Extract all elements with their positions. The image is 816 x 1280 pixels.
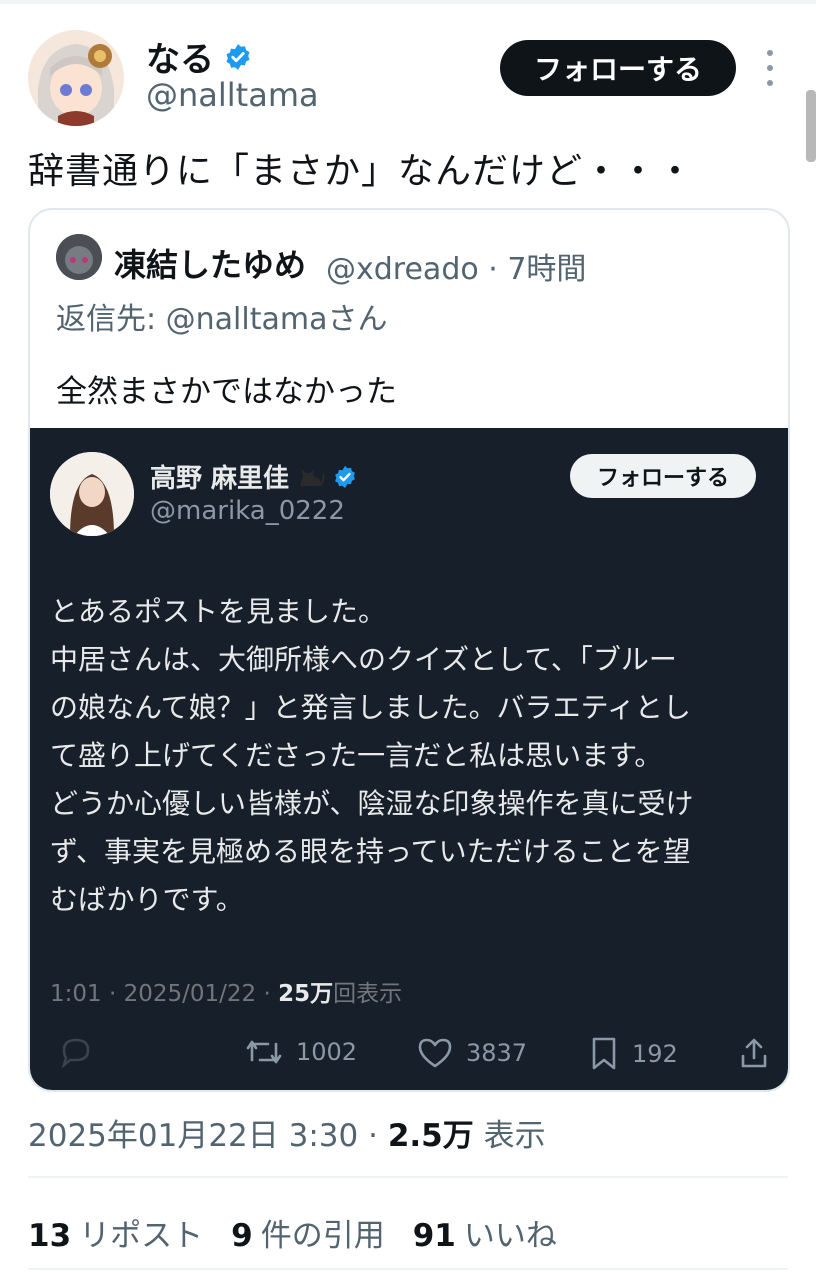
embedded-post-image[interactable]: 高野 麻里佳 @marika_0222 フォローする とあるポストを見ました。 … xyxy=(30,428,788,1090)
embedded-author-handle: @marika_0222 xyxy=(150,496,345,526)
embedded-post-line: の娘なんて娘？」と発言しました。バラエティとし xyxy=(50,691,691,724)
author-name[interactable]: なる xyxy=(146,32,252,81)
heart-icon xyxy=(418,1038,452,1068)
likes-stat[interactable]: 91 いいね xyxy=(413,1210,557,1255)
scrollbar[interactable] xyxy=(806,90,816,162)
embedded-bookmark: 192 xyxy=(588,1036,678,1072)
verified-badge-icon xyxy=(226,43,250,70)
quotes-label: 件の引用 xyxy=(260,1218,385,1254)
tweet-timestamp[interactable]: 2025年01月22日 3:30 · 2.5万 表示 xyxy=(28,1110,546,1155)
embedded-views-label: 回表示 xyxy=(333,981,403,1007)
embedded-share xyxy=(738,1036,770,1070)
like-count: 3837 xyxy=(466,1039,528,1067)
cat-emoji-icon xyxy=(300,468,325,487)
reposts-label: リポスト xyxy=(79,1218,204,1254)
embedded-post-line: ず、事実を見極める眼を持っていただけることを望 xyxy=(50,835,691,868)
embedded-post-text: とあるポストを見ました。 中居さんは、大御所様へのクイズとして、「ブルー の娘な… xyxy=(50,588,770,924)
quote-text: 全然まさかではなかった xyxy=(56,374,397,410)
tweet-text: 辞書通りに「まさか」なんだけど・・・ xyxy=(28,151,695,192)
embedded-verified-badge-icon xyxy=(335,465,355,488)
share-icon xyxy=(741,1038,767,1068)
divider xyxy=(28,1268,788,1270)
follow-button[interactable]: フォローする xyxy=(500,40,736,96)
embedded-views-count: 25万 xyxy=(278,981,334,1007)
quote-author-name[interactable]: 凍結したゆめ xyxy=(114,240,306,286)
embedded-post-meta: 1:01 · 2025/01/22 · 25万回表示 xyxy=(50,974,402,1008)
retweet-count: 1002 xyxy=(296,1038,358,1066)
reposts-count: 13 xyxy=(28,1218,72,1254)
bookmark-icon xyxy=(592,1037,616,1070)
embedded-post-line: どうか心優しい皆様が、陰湿な印象操作を真に受け xyxy=(50,787,694,820)
quoted-tweet[interactable]: 凍結したゆめ @xdreado · 7時間 返信先: @nalltamaさん 全… xyxy=(28,208,790,1092)
reply-to-label: 返信先: @nalltamaさん xyxy=(56,302,388,337)
tweet-views-count: 2.5万 xyxy=(387,1118,474,1154)
embedded-author-avatar xyxy=(50,452,134,536)
quotes-stat[interactable]: 9 件の引用 xyxy=(231,1210,385,1255)
embedded-action-bar: 1002 3837 192 xyxy=(48,1036,770,1076)
reply-icon xyxy=(61,1038,90,1068)
embedded-post-line: 中居さんは、大御所様へのクイズとして、「ブルー xyxy=(50,643,677,676)
embedded-retweet: 1002 xyxy=(244,1036,357,1068)
divider xyxy=(28,1176,788,1178)
quotes-count: 9 xyxy=(231,1218,253,1254)
more-options-icon[interactable] xyxy=(760,50,780,86)
top-divider xyxy=(0,0,816,4)
embedded-post-line: とあるポストを見ました。 xyxy=(50,595,387,628)
likes-count: 91 xyxy=(412,1218,456,1254)
reposts-stat[interactable]: 13 リポスト xyxy=(28,1210,203,1255)
embedded-post-line: むばかりです。 xyxy=(50,883,244,916)
quote-author-meta[interactable]: @xdreado · 7時間 xyxy=(326,244,586,288)
embedded-post-time: 1:01 · 2025/01/22 · xyxy=(50,981,279,1007)
likes-label: いいね xyxy=(463,1218,557,1254)
embedded-author-name-text: 高野 麻里佳 xyxy=(150,464,290,494)
tweet-views-label: 表示 xyxy=(473,1118,546,1154)
bookmark-count: 192 xyxy=(632,1040,678,1068)
embedded-like: 3837 xyxy=(416,1036,527,1070)
embedded-post-line: て盛り上げてくださった一言だと私は思います。 xyxy=(50,739,663,772)
embedded-reply xyxy=(58,1036,94,1068)
retweet-icon xyxy=(246,1040,282,1064)
engagement-stats: 13 リポスト 9 件の引用 91 いいね xyxy=(28,1210,557,1255)
author-avatar[interactable] xyxy=(28,30,124,126)
tweet-datetime: 2025年01月22日 3:30 · xyxy=(28,1118,388,1154)
quote-author-avatar[interactable] xyxy=(56,234,102,280)
embedded-follow-button: フォローする xyxy=(570,454,756,498)
embedded-author-name: 高野 麻里佳 xyxy=(150,458,357,495)
author-name-text: なる xyxy=(146,40,214,80)
author-handle[interactable]: @nalltama xyxy=(146,76,319,114)
